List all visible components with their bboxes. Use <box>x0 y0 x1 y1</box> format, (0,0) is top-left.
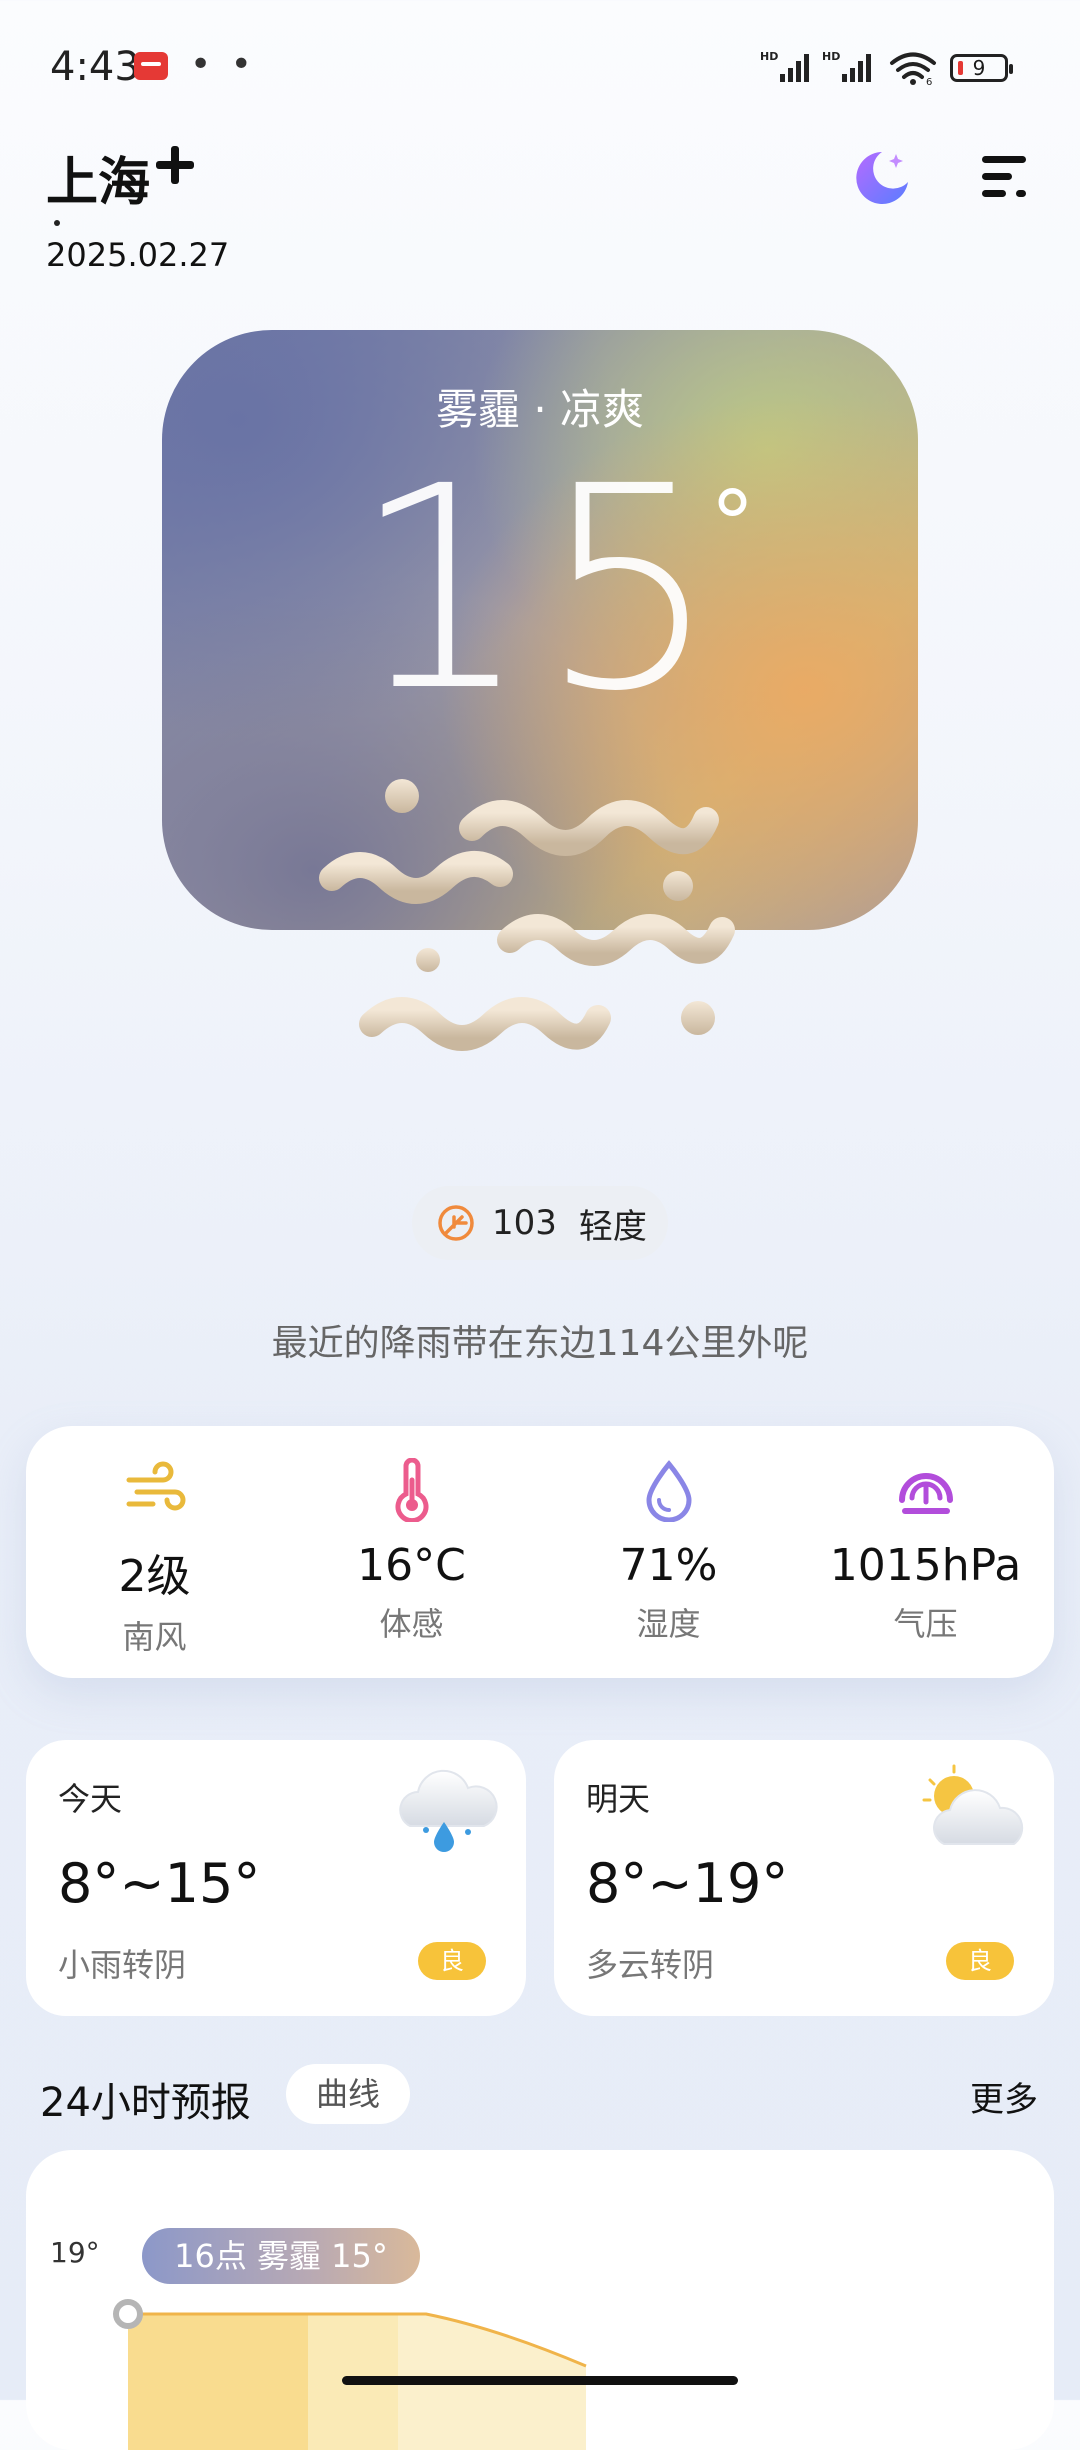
signal-icon: HD <box>760 50 809 82</box>
metric-humidity-label: 湿度 <box>636 1605 701 1643</box>
leaf-icon <box>438 1205 474 1241</box>
metric-wind: 2级 南风 <box>26 1458 283 1658</box>
moon-icon[interactable] <box>852 148 912 208</box>
thermometer-icon <box>395 1458 428 1522</box>
home-indicator[interactable] <box>342 2376 738 2385</box>
air-quality-pill[interactable]: 103 轻度 <box>412 1186 668 1260</box>
hourly-forecast-card[interactable]: 19° 16点 雾霾 15° <box>26 2150 1054 2450</box>
signal-hd-label-2: HD <box>822 50 840 63</box>
today-description: 小雨转阴 <box>58 1946 187 1984</box>
metric-humidity: 71% 湿度 <box>540 1458 797 1645</box>
menu-icon[interactable] <box>978 152 1030 202</box>
signal-hd-label: HD <box>760 50 778 63</box>
app-notification-icon <box>134 52 168 80</box>
metric-pressure-label: 气压 <box>893 1605 958 1643</box>
wifi-label: 6 <box>926 77 932 86</box>
wifi-icon: 6 <box>890 52 936 86</box>
cloud-rain-icon <box>399 1769 498 1852</box>
droplet-icon <box>645 1460 692 1522</box>
today-title: 今天 <box>58 1780 123 1818</box>
aqi-level: 轻度 <box>578 1206 647 1247</box>
rain-forecast-note: 最近的降雨带在东边114公里外呢 <box>271 1323 809 1364</box>
curve-tab[interactable]: 曲线 <box>286 2064 410 2124</box>
date: 2025.02.27 <box>46 236 230 274</box>
degree-symbol: ° <box>710 472 755 577</box>
metric-feels-like-label: 体感 <box>379 1605 444 1643</box>
gauge-icon <box>898 1473 953 1514</box>
status-time: 4:43 <box>50 44 140 90</box>
wind-icon <box>126 1461 185 1511</box>
signal-icon-2: HD <box>822 50 871 82</box>
partly-cloudy-icon <box>922 1764 1024 1845</box>
battery-level-text: 9 <box>972 56 986 80</box>
hourly-max-temp: 19° <box>50 2236 100 2269</box>
current-hour-marker <box>113 2299 143 2329</box>
hourly-tooltip: 16点 雾霾 15° <box>142 2228 420 2284</box>
current-temperature: 15 <box>351 427 729 753</box>
metric-pressure-value: 1015hPa <box>829 1540 1022 1591</box>
tomorrow-description: 多云转阴 <box>586 1946 715 1984</box>
tomorrow-aqi-badge: 良 <box>946 1942 1014 1980</box>
hourly-forecast-title: 24小时预报 <box>40 2080 251 2126</box>
hourly-temperature-curve <box>113 2299 587 2450</box>
haze-icon <box>319 779 735 1051</box>
today-forecast-card[interactable]: 今天 8°~15° 小雨转阴 良 <box>26 1740 526 2016</box>
weather-metrics-card: 2级 南风 16°C 体感 71% 湿度 1015hPa 气压 <box>26 1426 1054 1678</box>
metric-feels-like-value: 16°C <box>357 1540 466 1591</box>
metric-feels-like: 16°C 体感 <box>283 1458 540 1645</box>
plus-icon[interactable] <box>152 142 198 188</box>
today-temp-range: 8°~15° <box>58 1852 261 1915</box>
metric-pressure: 1015hPa 气压 <box>797 1458 1054 1645</box>
tomorrow-temp-range: 8°~19° <box>586 1852 789 1915</box>
page-indicator <box>54 220 60 226</box>
metric-humidity-value: 71% <box>619 1540 718 1591</box>
tomorrow-forecast-card[interactable]: 明天 8°~19° 多云转阴 良 <box>554 1740 1054 2016</box>
more-notifications-dots: • • <box>190 44 256 85</box>
metric-wind-label: 南风 <box>122 1618 187 1656</box>
more-link[interactable]: 更多 <box>970 2072 1038 2121</box>
city-name[interactable]: 上海 <box>46 140 150 215</box>
tomorrow-title: 明天 <box>586 1780 651 1818</box>
today-aqi-badge: 良 <box>418 1942 486 1980</box>
battery-icon: 9 <box>950 54 1013 82</box>
metric-wind-value: 2级 <box>118 1551 191 1602</box>
aqi-value: 103 <box>492 1203 557 1243</box>
